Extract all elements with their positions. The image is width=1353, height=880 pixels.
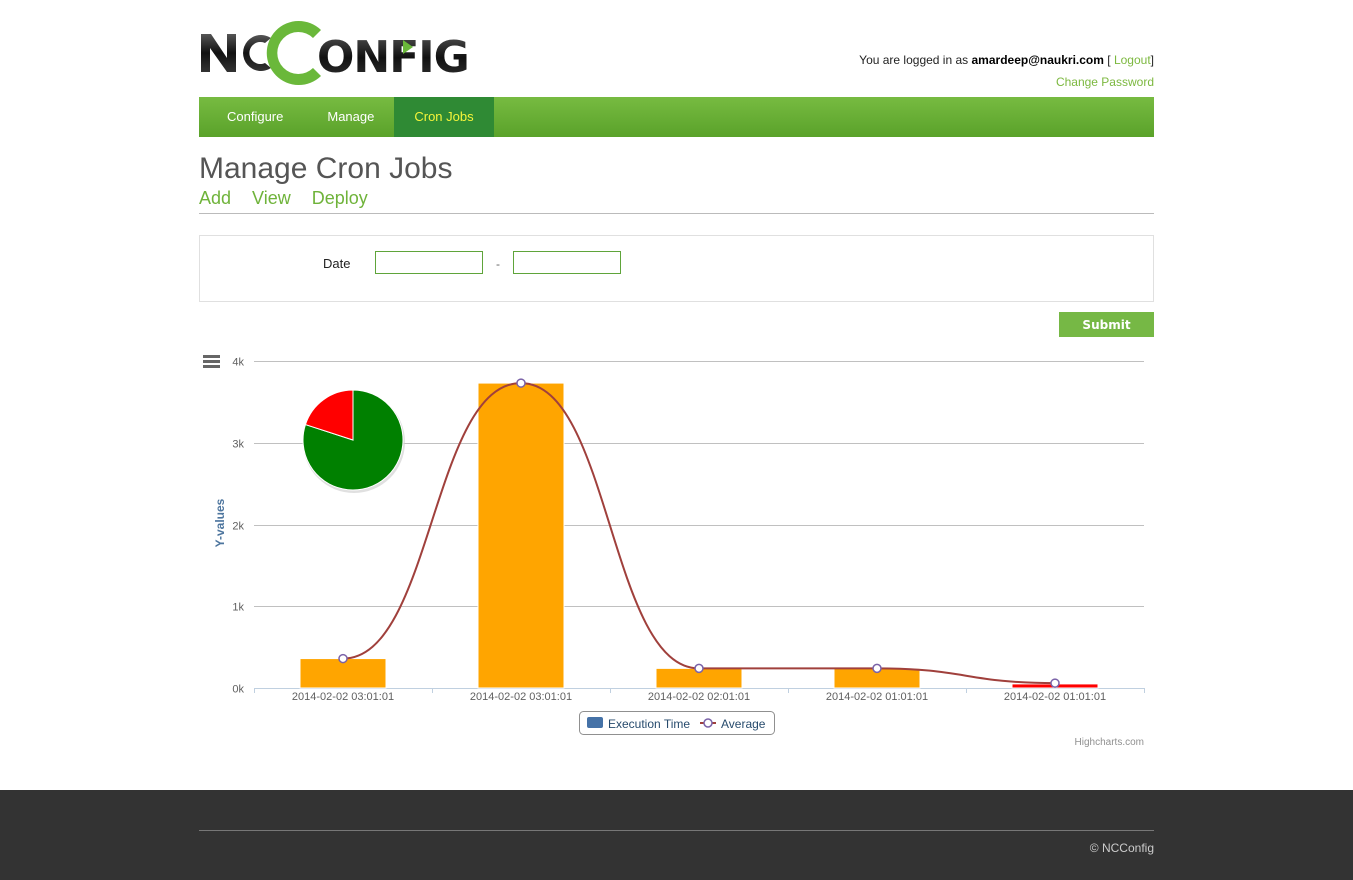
footer-copyright: © NCConfig	[1089, 841, 1154, 855]
bar-series	[299, 382, 1099, 689]
change-password-link[interactable]: Change Password	[1056, 75, 1154, 89]
y-tick-label: 4k	[232, 357, 244, 369]
y-tick-label: 1k	[232, 602, 244, 614]
chart-credit[interactable]: Highcharts.com	[1075, 737, 1144, 748]
average-point	[516, 378, 526, 388]
legend-swatch	[587, 717, 603, 728]
bracket-open: [	[1107, 53, 1111, 67]
legend-label-execution-time: Execution Time	[608, 717, 690, 731]
page-title: Manage Cron Jobs	[199, 152, 453, 185]
subnav: Add View Deploy	[199, 188, 384, 209]
date-separator: -	[496, 257, 500, 271]
x-axis: 2014-02-02 03:01:01 2014-02-02 03:01:01 20…	[254, 688, 1145, 703]
svg-text:ONFIG: ONFIG	[317, 32, 469, 83]
logout-link[interactable]: Logout	[1114, 53, 1151, 67]
login-info: You are logged in as amardeep@naukri.com…	[859, 49, 1154, 93]
subnav-add-link[interactable]: Add	[199, 188, 231, 208]
execution-time-chart: 0k1k2k3k4k Y-values 2014-02-02 03:01:01 2…	[203, 355, 1145, 748]
y-tick-label: 3k	[232, 439, 244, 451]
x-tick-label: 2014-02-02 01:01:01	[1004, 691, 1106, 703]
average-points	[338, 378, 1060, 688]
y-axis-label: Y-values	[213, 498, 227, 547]
x-tick-label: 2014-02-02 03:01:01	[292, 691, 394, 703]
footer: © NCConfig	[0, 790, 1353, 880]
date-label: Date	[323, 256, 351, 271]
average-point	[338, 653, 348, 664]
x-tick-label: 2014-02-02 03:01:01	[470, 691, 572, 703]
pie-chart	[302, 389, 405, 493]
username: amardeep@naukri.com	[971, 53, 1104, 67]
date-filter-form: Date -	[199, 235, 1154, 302]
date-to-input[interactable]	[513, 251, 621, 274]
bracket-close: ]	[1150, 53, 1154, 67]
login-prefix: You are logged in as	[859, 53, 969, 67]
divider	[199, 213, 1154, 214]
bar-execution-time	[477, 382, 565, 689]
tab-configure[interactable]: Configure	[199, 97, 307, 137]
subnav-deploy-link[interactable]: Deploy	[312, 188, 368, 208]
x-tick-label: 2014-02-02 01:01:01	[826, 691, 928, 703]
main-nav: Configure Manage Cron Jobs	[199, 97, 1154, 137]
submit-button[interactable]: Submit	[1059, 312, 1154, 337]
ncconfig-logo: ONFIG	[199, 18, 481, 86]
y-tick-label: 0k	[232, 684, 244, 696]
chart-legend: Execution Time Average	[579, 711, 775, 735]
average-point	[1050, 678, 1060, 688]
y-tick-label: 2k	[232, 521, 244, 533]
tab-cron-jobs[interactable]: Cron Jobs	[394, 97, 494, 137]
x-tick-label: 2014-02-02 02:01:01	[648, 691, 750, 703]
tab-manage[interactable]: Manage	[307, 97, 394, 137]
footer-divider	[199, 830, 1154, 831]
y-axis-ticks: 0k 1k 2k 3k 4k	[232, 357, 244, 696]
average-point	[872, 663, 882, 674]
subnav-view-link[interactable]: View	[252, 188, 291, 208]
average-line	[342, 382, 1056, 685]
average-point	[694, 663, 704, 674]
chart-menu-icon[interactable]	[203, 355, 220, 368]
date-from-input[interactable]	[375, 251, 483, 274]
legend-label-average: Average	[721, 717, 766, 731]
